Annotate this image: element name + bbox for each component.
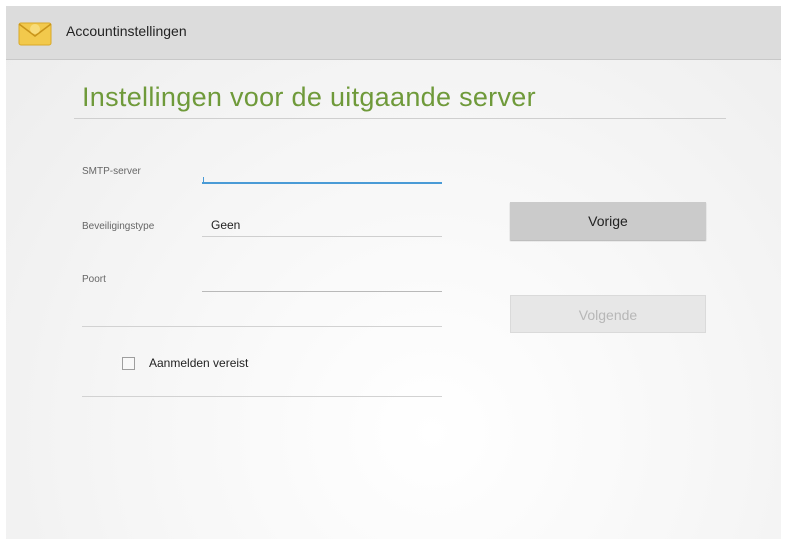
- port-label: Poort: [82, 274, 106, 285]
- next-button[interactable]: Volgende: [510, 295, 706, 333]
- form-divider: [82, 326, 442, 327]
- screen: Accountinstellingen Instellingen voor de…: [6, 6, 781, 539]
- form-divider-bottom: [82, 396, 442, 397]
- port-input[interactable]: [202, 270, 442, 292]
- title-divider: [74, 118, 726, 119]
- login-required-checkbox[interactable]: [122, 357, 135, 370]
- smtp-server-input[interactable]: [202, 162, 442, 184]
- security-type-select[interactable]: Geen: [211, 218, 240, 232]
- app-title: Accountinstellingen: [66, 23, 187, 39]
- security-type-label: Beveiligingstype: [82, 221, 155, 232]
- login-required-label[interactable]: Aanmelden vereist: [149, 356, 248, 370]
- previous-button[interactable]: Vorige: [510, 202, 706, 240]
- smtp-server-label: SMTP-server: [82, 166, 141, 177]
- page-title: Instellingen voor de uitgaande server: [82, 82, 536, 112]
- action-bar: Accountinstellingen: [6, 6, 781, 60]
- email-app-icon[interactable]: [18, 20, 52, 46]
- security-type-underline: [202, 236, 442, 237]
- text-cursor: [203, 177, 204, 183]
